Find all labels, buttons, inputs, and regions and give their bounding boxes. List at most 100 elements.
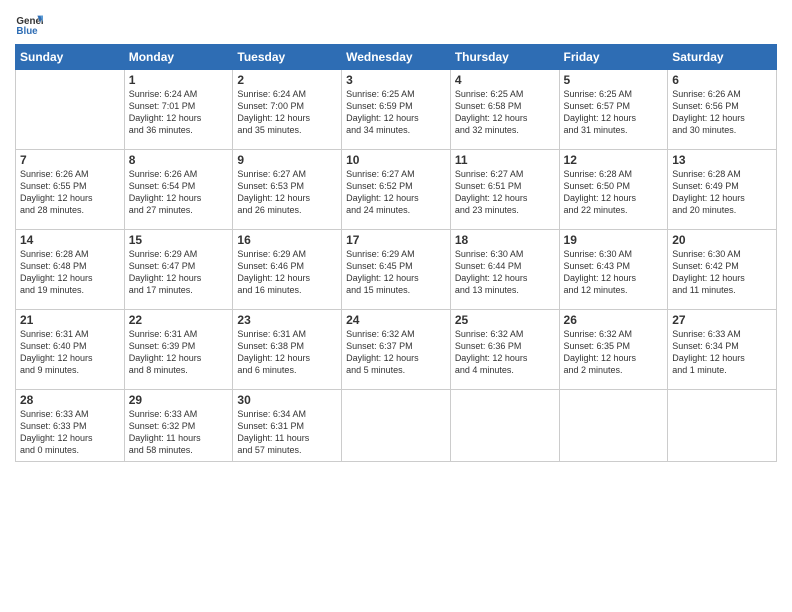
calendar-cell: 8Sunrise: 6:26 AM Sunset: 6:54 PM Daylig… <box>124 150 233 230</box>
calendar-cell: 4Sunrise: 6:25 AM Sunset: 6:58 PM Daylig… <box>450 70 559 150</box>
day-info: Sunrise: 6:25 AM Sunset: 6:59 PM Dayligh… <box>346 88 446 137</box>
calendar-header: General Blue <box>15 10 777 38</box>
calendar-cell: 15Sunrise: 6:29 AM Sunset: 6:47 PM Dayli… <box>124 230 233 310</box>
day-info: Sunrise: 6:30 AM Sunset: 6:44 PM Dayligh… <box>455 248 555 297</box>
calendar-cell: 24Sunrise: 6:32 AM Sunset: 6:37 PM Dayli… <box>342 310 451 390</box>
calendar-cell: 21Sunrise: 6:31 AM Sunset: 6:40 PM Dayli… <box>16 310 125 390</box>
calendar-cell: 10Sunrise: 6:27 AM Sunset: 6:52 PM Dayli… <box>342 150 451 230</box>
col-header-wednesday: Wednesday <box>342 45 451 70</box>
day-info: Sunrise: 6:33 AM Sunset: 6:32 PM Dayligh… <box>129 408 229 457</box>
day-info: Sunrise: 6:31 AM Sunset: 6:40 PM Dayligh… <box>20 328 120 377</box>
calendar-cell: 27Sunrise: 6:33 AM Sunset: 6:34 PM Dayli… <box>668 310 777 390</box>
day-info: Sunrise: 6:26 AM Sunset: 6:55 PM Dayligh… <box>20 168 120 217</box>
day-number: 6 <box>672 73 772 87</box>
calendar-page: General Blue SundayMondayTuesdayWednesda… <box>0 0 792 612</box>
day-info: Sunrise: 6:26 AM Sunset: 6:56 PM Dayligh… <box>672 88 772 137</box>
logo: General Blue <box>15 10 47 38</box>
day-number: 16 <box>237 233 337 247</box>
calendar-cell: 3Sunrise: 6:25 AM Sunset: 6:59 PM Daylig… <box>342 70 451 150</box>
day-info: Sunrise: 6:27 AM Sunset: 6:52 PM Dayligh… <box>346 168 446 217</box>
calendar-cell: 19Sunrise: 6:30 AM Sunset: 6:43 PM Dayli… <box>559 230 668 310</box>
day-number: 24 <box>346 313 446 327</box>
calendar-table: SundayMondayTuesdayWednesdayThursdayFrid… <box>15 44 777 462</box>
col-header-sunday: Sunday <box>16 45 125 70</box>
day-number: 9 <box>237 153 337 167</box>
day-info: Sunrise: 6:24 AM Sunset: 7:00 PM Dayligh… <box>237 88 337 137</box>
day-number: 4 <box>455 73 555 87</box>
calendar-cell: 2Sunrise: 6:24 AM Sunset: 7:00 PM Daylig… <box>233 70 342 150</box>
day-number: 19 <box>564 233 664 247</box>
day-info: Sunrise: 6:25 AM Sunset: 6:57 PM Dayligh… <box>564 88 664 137</box>
calendar-cell: 16Sunrise: 6:29 AM Sunset: 6:46 PM Dayli… <box>233 230 342 310</box>
day-number: 17 <box>346 233 446 247</box>
col-header-saturday: Saturday <box>668 45 777 70</box>
day-info: Sunrise: 6:31 AM Sunset: 6:38 PM Dayligh… <box>237 328 337 377</box>
day-info: Sunrise: 6:27 AM Sunset: 6:51 PM Dayligh… <box>455 168 555 217</box>
day-info: Sunrise: 6:30 AM Sunset: 6:43 PM Dayligh… <box>564 248 664 297</box>
day-info: Sunrise: 6:27 AM Sunset: 6:53 PM Dayligh… <box>237 168 337 217</box>
calendar-cell: 12Sunrise: 6:28 AM Sunset: 6:50 PM Dayli… <box>559 150 668 230</box>
day-number: 18 <box>455 233 555 247</box>
col-header-tuesday: Tuesday <box>233 45 342 70</box>
day-info: Sunrise: 6:32 AM Sunset: 6:36 PM Dayligh… <box>455 328 555 377</box>
col-header-thursday: Thursday <box>450 45 559 70</box>
day-info: Sunrise: 6:29 AM Sunset: 6:46 PM Dayligh… <box>237 248 337 297</box>
day-number: 11 <box>455 153 555 167</box>
day-info: Sunrise: 6:25 AM Sunset: 6:58 PM Dayligh… <box>455 88 555 137</box>
day-number: 5 <box>564 73 664 87</box>
day-info: Sunrise: 6:34 AM Sunset: 6:31 PM Dayligh… <box>237 408 337 457</box>
day-number: 8 <box>129 153 229 167</box>
calendar-cell: 5Sunrise: 6:25 AM Sunset: 6:57 PM Daylig… <box>559 70 668 150</box>
day-info: Sunrise: 6:28 AM Sunset: 6:48 PM Dayligh… <box>20 248 120 297</box>
day-number: 25 <box>455 313 555 327</box>
day-number: 23 <box>237 313 337 327</box>
day-info: Sunrise: 6:32 AM Sunset: 6:35 PM Dayligh… <box>564 328 664 377</box>
day-info: Sunrise: 6:32 AM Sunset: 6:37 PM Dayligh… <box>346 328 446 377</box>
col-header-friday: Friday <box>559 45 668 70</box>
calendar-cell <box>668 390 777 462</box>
day-number: 12 <box>564 153 664 167</box>
calendar-cell <box>16 70 125 150</box>
day-number: 3 <box>346 73 446 87</box>
day-info: Sunrise: 6:29 AM Sunset: 6:45 PM Dayligh… <box>346 248 446 297</box>
col-header-monday: Monday <box>124 45 233 70</box>
day-number: 14 <box>20 233 120 247</box>
calendar-cell: 9Sunrise: 6:27 AM Sunset: 6:53 PM Daylig… <box>233 150 342 230</box>
day-number: 20 <box>672 233 772 247</box>
day-info: Sunrise: 6:24 AM Sunset: 7:01 PM Dayligh… <box>129 88 229 137</box>
day-number: 28 <box>20 393 120 407</box>
day-number: 29 <box>129 393 229 407</box>
day-number: 21 <box>20 313 120 327</box>
calendar-cell: 23Sunrise: 6:31 AM Sunset: 6:38 PM Dayli… <box>233 310 342 390</box>
calendar-cell: 29Sunrise: 6:33 AM Sunset: 6:32 PM Dayli… <box>124 390 233 462</box>
day-info: Sunrise: 6:29 AM Sunset: 6:47 PM Dayligh… <box>129 248 229 297</box>
day-info: Sunrise: 6:30 AM Sunset: 6:42 PM Dayligh… <box>672 248 772 297</box>
calendar-cell: 26Sunrise: 6:32 AM Sunset: 6:35 PM Dayli… <box>559 310 668 390</box>
calendar-cell: 20Sunrise: 6:30 AM Sunset: 6:42 PM Dayli… <box>668 230 777 310</box>
logo-icon: General Blue <box>15 10 43 38</box>
day-number: 26 <box>564 313 664 327</box>
svg-text:Blue: Blue <box>16 26 38 37</box>
calendar-cell <box>450 390 559 462</box>
calendar-cell: 17Sunrise: 6:29 AM Sunset: 6:45 PM Dayli… <box>342 230 451 310</box>
calendar-cell: 11Sunrise: 6:27 AM Sunset: 6:51 PM Dayli… <box>450 150 559 230</box>
day-info: Sunrise: 6:31 AM Sunset: 6:39 PM Dayligh… <box>129 328 229 377</box>
day-info: Sunrise: 6:28 AM Sunset: 6:50 PM Dayligh… <box>564 168 664 217</box>
day-info: Sunrise: 6:28 AM Sunset: 6:49 PM Dayligh… <box>672 168 772 217</box>
day-number: 7 <box>20 153 120 167</box>
day-info: Sunrise: 6:33 AM Sunset: 6:33 PM Dayligh… <box>20 408 120 457</box>
day-number: 2 <box>237 73 337 87</box>
day-number: 27 <box>672 313 772 327</box>
day-number: 15 <box>129 233 229 247</box>
calendar-cell: 30Sunrise: 6:34 AM Sunset: 6:31 PM Dayli… <box>233 390 342 462</box>
calendar-cell: 28Sunrise: 6:33 AM Sunset: 6:33 PM Dayli… <box>16 390 125 462</box>
day-number: 1 <box>129 73 229 87</box>
calendar-cell: 1Sunrise: 6:24 AM Sunset: 7:01 PM Daylig… <box>124 70 233 150</box>
calendar-cell: 18Sunrise: 6:30 AM Sunset: 6:44 PM Dayli… <box>450 230 559 310</box>
calendar-cell: 14Sunrise: 6:28 AM Sunset: 6:48 PM Dayli… <box>16 230 125 310</box>
calendar-cell: 6Sunrise: 6:26 AM Sunset: 6:56 PM Daylig… <box>668 70 777 150</box>
calendar-cell: 7Sunrise: 6:26 AM Sunset: 6:55 PM Daylig… <box>16 150 125 230</box>
day-number: 30 <box>237 393 337 407</box>
day-number: 13 <box>672 153 772 167</box>
day-info: Sunrise: 6:26 AM Sunset: 6:54 PM Dayligh… <box>129 168 229 217</box>
